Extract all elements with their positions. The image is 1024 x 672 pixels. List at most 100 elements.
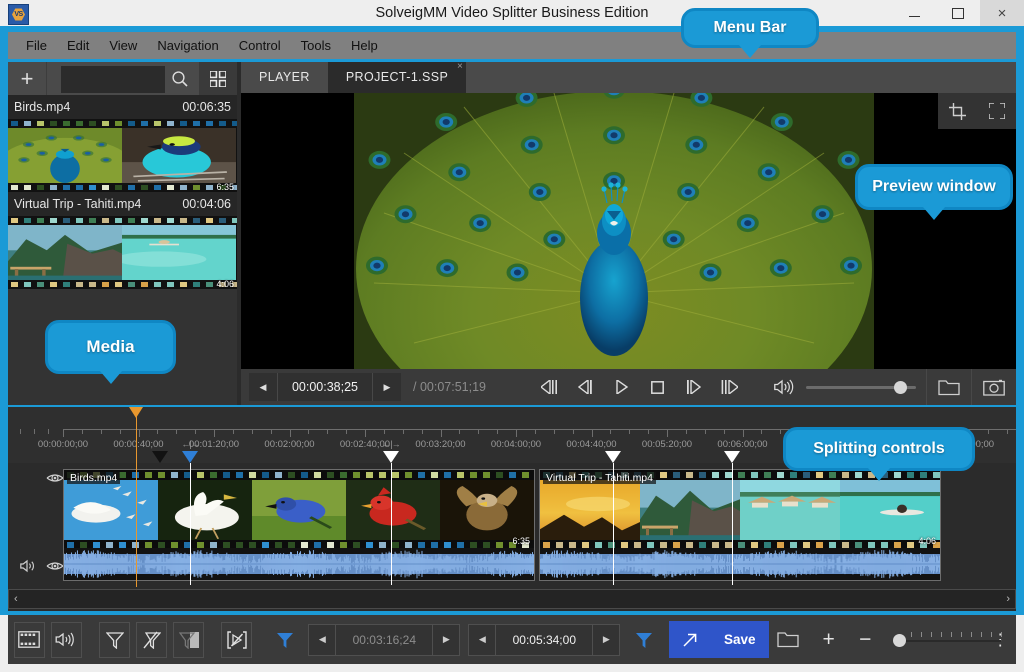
- ruler-minor-tick: [573, 429, 574, 434]
- crop-icon[interactable]: [938, 93, 977, 129]
- step-back-button[interactable]: [568, 369, 604, 405]
- marker-handle[interactable]: ←|→: [181, 439, 198, 449]
- split-marker[interactable]: [152, 451, 168, 463]
- step-forward-button[interactable]: [676, 369, 712, 405]
- mark-out-prev-button[interactable]: ◀: [469, 625, 495, 655]
- zoom-slider-knob[interactable]: [893, 634, 906, 647]
- scroll-right-icon[interactable]: ›: [1001, 593, 1015, 605]
- fullscreen-icon[interactable]: [977, 93, 1016, 129]
- timecode-next-button[interactable]: ▶: [373, 373, 401, 401]
- open-output-folder-button[interactable]: [773, 622, 804, 658]
- close-icon[interactable]: ×: [457, 62, 463, 72]
- tab-bar: PLAYER PROJECT-1.SSP ×: [241, 62, 1016, 93]
- menu-item-view[interactable]: View: [99, 35, 147, 56]
- current-timecode[interactable]: 00:00:38;25: [277, 373, 373, 401]
- film-perforations: [8, 119, 237, 128]
- maximize-button[interactable]: [936, 0, 980, 26]
- split-marker[interactable]: [383, 451, 399, 463]
- add-marker-button[interactable]: [99, 622, 130, 658]
- menu-item-navigation[interactable]: Navigation: [147, 35, 228, 56]
- timeline-clip-label: Virtual Trip - Tahiti.mp4: [543, 472, 656, 484]
- callout-media: Media: [45, 320, 176, 374]
- snapshot-button[interactable]: [971, 369, 1016, 405]
- split-line[interactable]: [190, 463, 191, 585]
- cut-fragment-button[interactable]: [173, 622, 204, 658]
- speaker-icon[interactable]: [774, 379, 794, 395]
- minimize-button[interactable]: [892, 0, 936, 26]
- menu-item-tools[interactable]: Tools: [291, 35, 341, 56]
- playhead[interactable]: [136, 407, 137, 587]
- timeline-clip-badge: 4:06: [918, 536, 936, 546]
- play-button[interactable]: [604, 369, 640, 405]
- menu-item-help[interactable]: Help: [341, 35, 388, 56]
- ruler-minor-tick: [346, 429, 347, 434]
- mark-out-value[interactable]: 00:05:34;00: [495, 625, 593, 655]
- ruler-minor-tick: [233, 429, 234, 434]
- ruler-minor-tick: [988, 429, 989, 434]
- tab-player[interactable]: PLAYER: [241, 62, 328, 93]
- media-item-badge: 4:06: [216, 279, 234, 289]
- timeline-clip-audio[interactable]: [64, 548, 534, 580]
- timeline-scrollbar[interactable]: ‹ ›: [8, 589, 1016, 609]
- split-line[interactable]: [613, 463, 614, 585]
- thumbnail-strip: [8, 128, 237, 183]
- close-button[interactable]: ×: [980, 0, 1024, 26]
- media-item-thumbnail[interactable]: 6:35: [8, 119, 237, 192]
- ruler-tick: [592, 429, 593, 437]
- timeline-clip[interactable]: Birds.mp4 6:35: [63, 469, 535, 581]
- tab-project[interactable]: PROJECT-1.SSP ×: [328, 62, 466, 93]
- add-media-button[interactable]: +: [8, 62, 46, 95]
- timeline-clip[interactable]: Virtual Trip - Tahiti.mp4 4:06: [539, 469, 941, 581]
- zoom-in-button[interactable]: +: [813, 622, 844, 658]
- prev-keyframe-button[interactable]: [532, 369, 568, 405]
- split-marker[interactable]: [182, 451, 198, 463]
- trim-filter-button[interactable]: [628, 622, 659, 658]
- media-item-title[interactable]: 00:04:06 Virtual Trip - Tahiti.mp4: [8, 192, 237, 216]
- open-file-button[interactable]: [926, 369, 971, 405]
- menu-item-file[interactable]: File: [16, 35, 57, 56]
- volume-slider-knob[interactable]: [894, 381, 907, 394]
- ruler-minor-tick: [478, 429, 479, 434]
- scroll-left-icon[interactable]: ‹: [9, 593, 23, 605]
- split-line[interactable]: [732, 463, 733, 585]
- zoom-slider[interactable]: [893, 630, 980, 650]
- video-preview[interactable]: [241, 93, 1016, 369]
- mark-in-next-button[interactable]: ▶: [433, 625, 459, 655]
- mark-in-value[interactable]: 00:03:16;24: [335, 625, 433, 655]
- split-marker[interactable]: [605, 451, 621, 463]
- timecode-stepper[interactable]: ◀ 00:00:38;25 ▶: [249, 373, 401, 401]
- media-item-name: Birds.mp4: [14, 100, 70, 114]
- volume-control[interactable]: [774, 379, 916, 395]
- ruler-label: 00:05:20;00: [642, 439, 692, 450]
- media-item-thumbnail[interactable]: 4:06: [8, 216, 237, 289]
- mark-in-stepper[interactable]: ◀ 00:03:16;24 ▶: [308, 624, 460, 656]
- remove-marker-button[interactable]: [136, 622, 167, 658]
- playhead-handle[interactable]: [129, 407, 143, 418]
- bottom-toolbar-inner: ◀ 00:03:16;24 ▶ ◀ 00:05:34;00 ▶ Sa: [8, 615, 1016, 664]
- next-keyframe-button[interactable]: [712, 369, 748, 405]
- mark-out-next-button[interactable]: ▶: [593, 625, 619, 655]
- menu-item-edit[interactable]: Edit: [57, 35, 99, 56]
- timeline-clip-audio[interactable]: [540, 548, 940, 580]
- split-line[interactable]: [391, 463, 392, 585]
- save-button[interactable]: Save: [669, 621, 769, 658]
- timecode-prev-button[interactable]: ◀: [249, 373, 277, 401]
- thumbnail-strip: [8, 225, 237, 280]
- menu-item-control[interactable]: Control: [229, 35, 291, 56]
- zoom-tick: [921, 632, 922, 637]
- marker-handle[interactable]: ←|→: [382, 439, 399, 449]
- audio-stream-button[interactable]: [51, 622, 82, 658]
- audio-track-mute-icon[interactable]: [18, 555, 40, 577]
- grid-view-icon[interactable]: [199, 62, 237, 95]
- video-stream-button[interactable]: [14, 622, 45, 658]
- mark-out-stepper[interactable]: ◀ 00:05:34;00 ▶: [468, 624, 620, 656]
- media-item-title[interactable]: 00:06:35 Birds.mp4: [8, 95, 237, 119]
- search-input[interactable]: [61, 66, 165, 93]
- filter-button[interactable]: [270, 622, 301, 658]
- invert-selection-button[interactable]: [221, 622, 252, 658]
- mark-in-prev-button[interactable]: ◀: [309, 625, 335, 655]
- volume-slider[interactable]: [806, 386, 916, 389]
- stop-button[interactable]: [640, 369, 676, 405]
- zoom-out-button[interactable]: −: [850, 622, 881, 658]
- split-marker[interactable]: [724, 451, 740, 463]
